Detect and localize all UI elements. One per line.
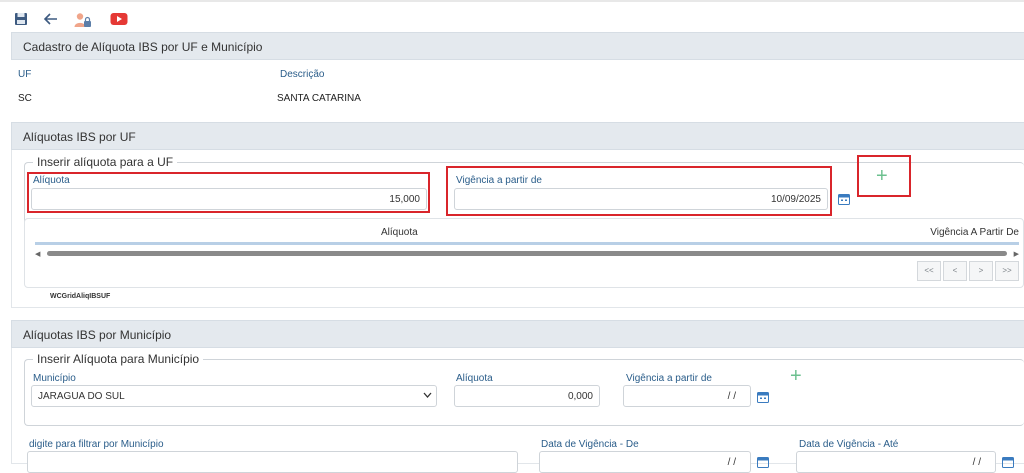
uf-aliquota-highlight <box>27 172 430 213</box>
grid-pager: << < > >> <box>917 261 1021 281</box>
data-de-input[interactable]: / / <box>539 451 751 473</box>
grid-col-aliquota[interactable]: Alíquota <box>381 227 418 238</box>
grid-header-line <box>35 242 1019 245</box>
mun-aliquota-input[interactable]: 0,000 <box>454 385 600 407</box>
uf-value: SC <box>18 93 32 104</box>
uf-add-highlight <box>857 155 911 197</box>
scroll-left-arrow[interactable]: ◀ <box>35 250 40 258</box>
pager-last[interactable]: >> <box>995 261 1019 281</box>
municipio-select[interactable]: JARAGUA DO SUL <box>31 385 437 407</box>
mun-insert-legend: Inserir Alíquota para Município <box>37 352 200 366</box>
mun-vigencia-label: Vigência a partir de <box>626 373 712 384</box>
youtube-icon[interactable] <box>110 12 128 28</box>
filter-municipio-input[interactable] <box>27 451 518 473</box>
pager-prev[interactable]: < <box>943 261 967 281</box>
descricao-value: SANTA CATARINA <box>277 93 361 104</box>
scroll-right-arrow[interactable]: ▶ <box>1014 250 1019 258</box>
calendar-icon[interactable] <box>838 193 850 205</box>
uf-insert-legend: Inserir alíquota para a UF <box>37 155 174 169</box>
grid-scrollbar[interactable]: ◀ ▶ <box>35 250 1019 258</box>
mun-add-button[interactable]: + <box>790 366 802 386</box>
calendar-icon[interactable] <box>757 391 769 403</box>
calendar-icon[interactable] <box>1002 456 1014 468</box>
uf-section-header: Alíquotas IBS por UF <box>11 122 1024 150</box>
mun-section-header: Alíquotas IBS por Município <box>11 320 1024 348</box>
mun-aliquota-label: Alíquota <box>456 373 493 384</box>
user-lock-icon[interactable] <box>74 12 91 28</box>
calendar-icon[interactable] <box>757 456 769 468</box>
uf-vigencia-highlight <box>446 166 832 216</box>
uf-section-title: Alíquotas IBS por UF <box>23 130 136 144</box>
save-icon[interactable] <box>14 12 30 28</box>
uf-grid: Alíquota Vigência A Partir De ◀ ▶ << < >… <box>24 218 1024 288</box>
data-ate-label: Data de Vigência - Até <box>799 439 899 450</box>
chevron-down-icon[interactable] <box>423 390 432 402</box>
data-de-label: Data de Vigência - De <box>541 439 639 450</box>
scrollbar-thumb[interactable] <box>47 251 1007 256</box>
back-arrow-icon[interactable] <box>43 12 59 28</box>
municipio-label: Município <box>33 373 76 384</box>
toolbar <box>0 0 1024 36</box>
descricao-label: Descrição <box>280 69 325 80</box>
filter-municipio-label: digite para filtrar por Município <box>29 439 164 450</box>
mun-section-title: Alíquotas IBS por Município <box>23 328 172 342</box>
grid-name-label: WCGridAliqIBSUF <box>50 293 111 300</box>
grid-col-vigencia[interactable]: Vigência A Partir De <box>930 227 1019 238</box>
page-header: Cadastro de Alíquota IBS por UF e Municí… <box>11 32 1024 60</box>
data-ate-input[interactable]: / / <box>796 451 996 473</box>
uf-label: UF <box>18 69 32 80</box>
pager-first[interactable]: << <box>917 261 941 281</box>
mun-vigencia-input[interactable]: / / <box>623 385 751 407</box>
page-title: Cadastro de Alíquota IBS por UF e Municí… <box>23 40 263 54</box>
pager-next[interactable]: > <box>969 261 993 281</box>
